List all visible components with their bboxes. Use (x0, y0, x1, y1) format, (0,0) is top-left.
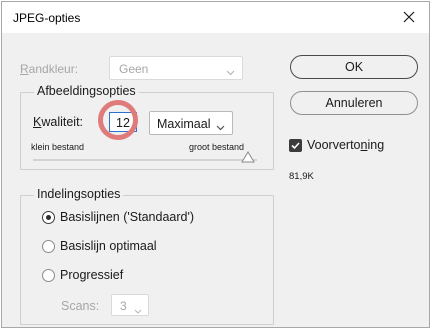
title-bar: JPEG-opties (2, 2, 429, 33)
cancel-button[interactable]: Annuleren (290, 91, 418, 115)
quality-slider-thumb[interactable] (241, 151, 255, 166)
chevron-down-icon (226, 65, 235, 79)
chevron-down-icon (134, 303, 142, 317)
quality-slider-track[interactable] (33, 159, 257, 161)
matte-value: Geen (119, 62, 149, 76)
radio-button[interactable] (42, 269, 55, 282)
radio-label: Progressief (60, 268, 124, 282)
preview-label: Voorvertoning (307, 138, 385, 152)
format-options-legend: Indelingsopties (34, 187, 124, 201)
close-icon[interactable] (399, 7, 419, 27)
quality-preset-value: Maximaal (157, 117, 211, 131)
checkmark-icon (291, 142, 300, 150)
image-options-legend: Afbeeldingsopties (34, 84, 139, 98)
quality-preset-select[interactable]: Maximaal (149, 111, 233, 135)
scans-label: Scans: (61, 299, 100, 313)
quality-label: Kwaliteit: (33, 115, 84, 129)
file-size-readout: 81,9K (289, 171, 314, 182)
radio-label: Basislijn optimaal (60, 239, 157, 253)
highlight-ring (98, 100, 138, 140)
matte-select[interactable]: Geen (109, 56, 243, 80)
preview-checkbox[interactable] (289, 139, 302, 152)
scans-select[interactable]: 3 (111, 294, 149, 316)
slider-min-label: klein bestand (31, 142, 85, 152)
scans-value: 3 (120, 299, 127, 313)
chevron-down-icon (216, 120, 225, 134)
jpeg-options-dialog: JPEG-opties Randkleur: Geen Afbeeldingso… (1, 1, 430, 328)
radio-label: Basislijnen ('Standaard') (60, 210, 195, 224)
window-title: JPEG-opties (13, 11, 81, 25)
radio-button[interactable] (42, 211, 55, 224)
ok-button[interactable]: OK (290, 55, 418, 79)
matte-label: Randkleur: (20, 62, 79, 76)
radio-button[interactable] (42, 240, 55, 253)
slider-max-label: groot bestand (189, 142, 245, 152)
